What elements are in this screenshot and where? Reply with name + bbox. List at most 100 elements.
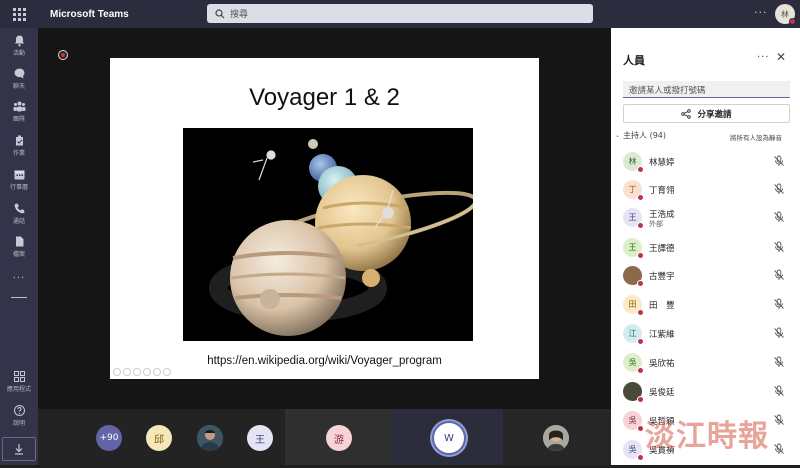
participant-avatar [623,266,644,287]
rail-item-calendar[interactable]: 行事曆 [0,168,38,191]
status-busy-indicator [637,454,644,461]
slide-tool-next[interactable] [123,368,131,376]
rail-item-help[interactable]: 說明 [0,404,38,427]
rail-item-files[interactable]: 檔案 [0,235,38,258]
mic-off-icon[interactable] [773,241,785,253]
participant-photo-avatar[interactable] [543,425,569,451]
title-bar: Microsoft Teams 搜尋 ··· 林 [0,0,800,28]
apps-icon [13,371,25,382]
close-icon[interactable]: ✕ [776,50,786,64]
slide-toolbar[interactable] [113,368,171,376]
download-icon [15,444,23,455]
participant-avatar: 吳 [623,353,644,374]
rail-item-chat[interactable]: 聊天 [0,67,38,90]
participant-initial: 吳 [628,416,637,425]
participant-initial: 吳 [628,358,637,367]
slide-tool-prev[interactable] [113,368,121,376]
participant-avatar: 江 [623,324,644,345]
waffle-icon [12,7,26,21]
mic-off-icon[interactable] [773,443,785,455]
rail-label-teams: 團隊 [12,116,25,123]
mic-off-icon[interactable] [773,298,785,310]
calendar-icon [14,170,24,180]
slide-tool-pen[interactable] [133,368,141,376]
participant-row[interactable]: 江 江紫維 [623,324,795,352]
slide-tool-zoom[interactable] [153,368,161,376]
mic-off-icon[interactable] [773,414,785,426]
people-panel: 人員 ··· ✕ 邀請某人或撥打號碼 分享邀請 ⌄ 主持人 (94) 將所有人設… [611,28,800,465]
participant-row[interactable]: 吳俊廷 [623,382,795,410]
participant-row[interactable]: 古豐宇 [623,266,795,294]
search-placeholder: 搜尋 [230,10,249,20]
rail-label-chat: 聊天 [12,83,25,90]
mic-off-icon[interactable] [773,356,785,368]
participant-row[interactable]: 田田 豐 [623,295,795,323]
download-button[interactable] [2,437,36,461]
participant-initial: 丁 [628,185,637,194]
rail-item-calls[interactable]: 通話 [0,202,38,225]
rail-label-files: 檔案 [12,251,25,258]
rail-item-apps[interactable]: 應用程式 [0,370,38,393]
participant-tile-avatar[interactable]: 王 [247,425,273,451]
mic-off-icon[interactable] [773,211,785,223]
participant-row[interactable]: 丁 丁育翎 [623,180,795,208]
shared-slide: Voyager 1 & 2 https://en.wikipedia.org/w… [110,58,539,379]
rail-item-teams[interactable]: 團隊 [0,100,38,123]
invite-input[interactable]: 邀請某人或撥打號碼 [623,81,790,98]
status-busy-indicator [637,309,644,316]
panel-title: 人員 [623,54,645,67]
app-launcher-button[interactable] [0,0,38,28]
search-input[interactable]: 搜尋 [207,4,593,23]
share-invite-label: 分享邀請 [697,109,732,120]
search-icon [215,8,225,18]
active-speaker-avatar[interactable]: W [434,423,464,453]
rail-item-assignments[interactable]: 作業 [0,134,38,157]
chat-icon [14,68,24,79]
participant-tile-avatar[interactable]: 邱 [146,425,172,451]
participant-initial: 田 [628,300,637,309]
slide-url-text: https://en.wikipedia.org/wiki/Voyager_pr… [207,355,442,367]
slide-tool-more[interactable] [163,368,171,376]
file-icon [15,236,23,247]
share-invite-button[interactable]: 分享邀請 [623,104,790,123]
participant-tile-avatar[interactable]: 游 [326,425,352,451]
participant-name: 吳俊廷 [649,388,675,398]
participant-row[interactable]: 王王浩成 外部 [623,208,795,236]
participant-initial: 吳 [628,445,637,454]
participant-initial: 林 [628,157,637,166]
participant-photo-avatar[interactable] [197,425,223,451]
profile-avatar[interactable]: 林 [775,4,796,25]
participant-name: 王譯德 [649,244,675,254]
status-busy-indicator [637,280,644,287]
participant-row[interactable]: 吳 吳欣祐 [623,353,795,381]
profile-initial: 林 [781,9,789,19]
participant-strip: +90 邱 王 游 W [38,409,611,465]
status-busy-indicator [637,338,644,345]
mic-off-icon[interactable] [773,327,785,339]
settings-more-button[interactable]: ··· [754,6,768,19]
slide-title: Voyager 1 & 2 [249,84,400,111]
rail-label-calendar: 行事曆 [9,184,28,191]
rail-label-activity: 活動 [12,50,25,57]
participant-name: 吳欣祐 [649,359,675,369]
status-busy-indicator [637,194,644,201]
participant-row[interactable]: 林 林慧婷 [623,152,795,180]
participant-name: 丁育翎 [649,186,675,196]
status-busy-indicator [789,18,796,25]
participant-row[interactable]: 王 王譯德 [623,238,795,266]
panel-more-button[interactable]: ··· [757,52,770,63]
participant-avatar: 吳 [623,440,644,461]
person-photo-icon [543,425,569,451]
mic-off-icon[interactable] [773,183,785,195]
mic-off-icon[interactable] [773,155,785,167]
slide-tool-grid[interactable] [143,368,151,376]
phone-icon [14,203,24,214]
mic-off-icon[interactable] [773,269,785,281]
participant-initial: 江 [628,329,637,338]
overflow-participants-button[interactable]: +90 [96,425,122,451]
rail-item-activity[interactable]: 活動 [0,34,38,57]
mic-off-icon[interactable] [773,385,785,397]
share-icon [681,108,692,119]
mute-all-link[interactable]: 將所有人設為靜音 [730,132,782,142]
rail-more-button[interactable]: ··· [0,273,38,284]
